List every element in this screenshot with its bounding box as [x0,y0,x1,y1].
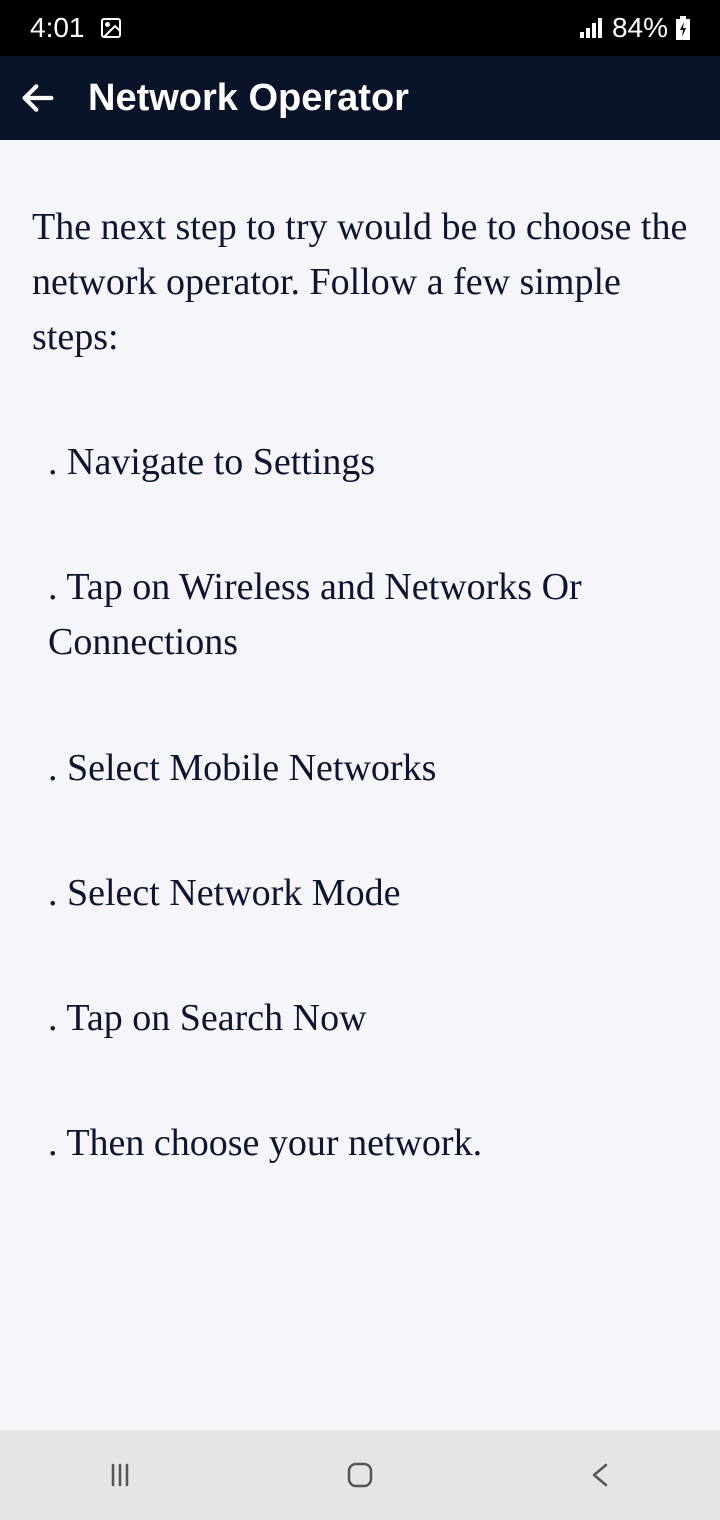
intro-text: The next step to try would be to choose … [32,200,688,365]
recent-apps-button[interactable] [70,1450,170,1500]
navigation-bar [0,1430,720,1520]
step-item: . Select Network Mode [32,866,688,921]
content-area: The next step to try would be to choose … [0,140,720,1171]
battery-charging-icon [676,16,690,40]
nav-back-button[interactable] [550,1450,650,1500]
status-time: 4:01 [30,12,85,44]
status-left: 4:01 [30,12,123,44]
step-item: . Select Mobile Networks [32,741,688,796]
step-item: . Navigate to Settings [32,435,688,490]
home-button[interactable] [310,1450,410,1500]
step-item: . Then choose your network. [32,1116,688,1171]
status-right: 84% [580,12,690,44]
back-button[interactable] [18,78,58,118]
battery-percentage: 84% [612,12,668,44]
page-title: Network Operator [88,77,409,120]
status-bar: 4:01 84% [0,0,720,56]
step-item: . Tap on Search Now [32,991,688,1046]
image-icon [99,16,123,40]
app-bar: Network Operator [0,56,720,140]
step-item: . Tap on Wireless and Networks Or Connec… [32,560,688,670]
signal-icon [580,18,604,38]
